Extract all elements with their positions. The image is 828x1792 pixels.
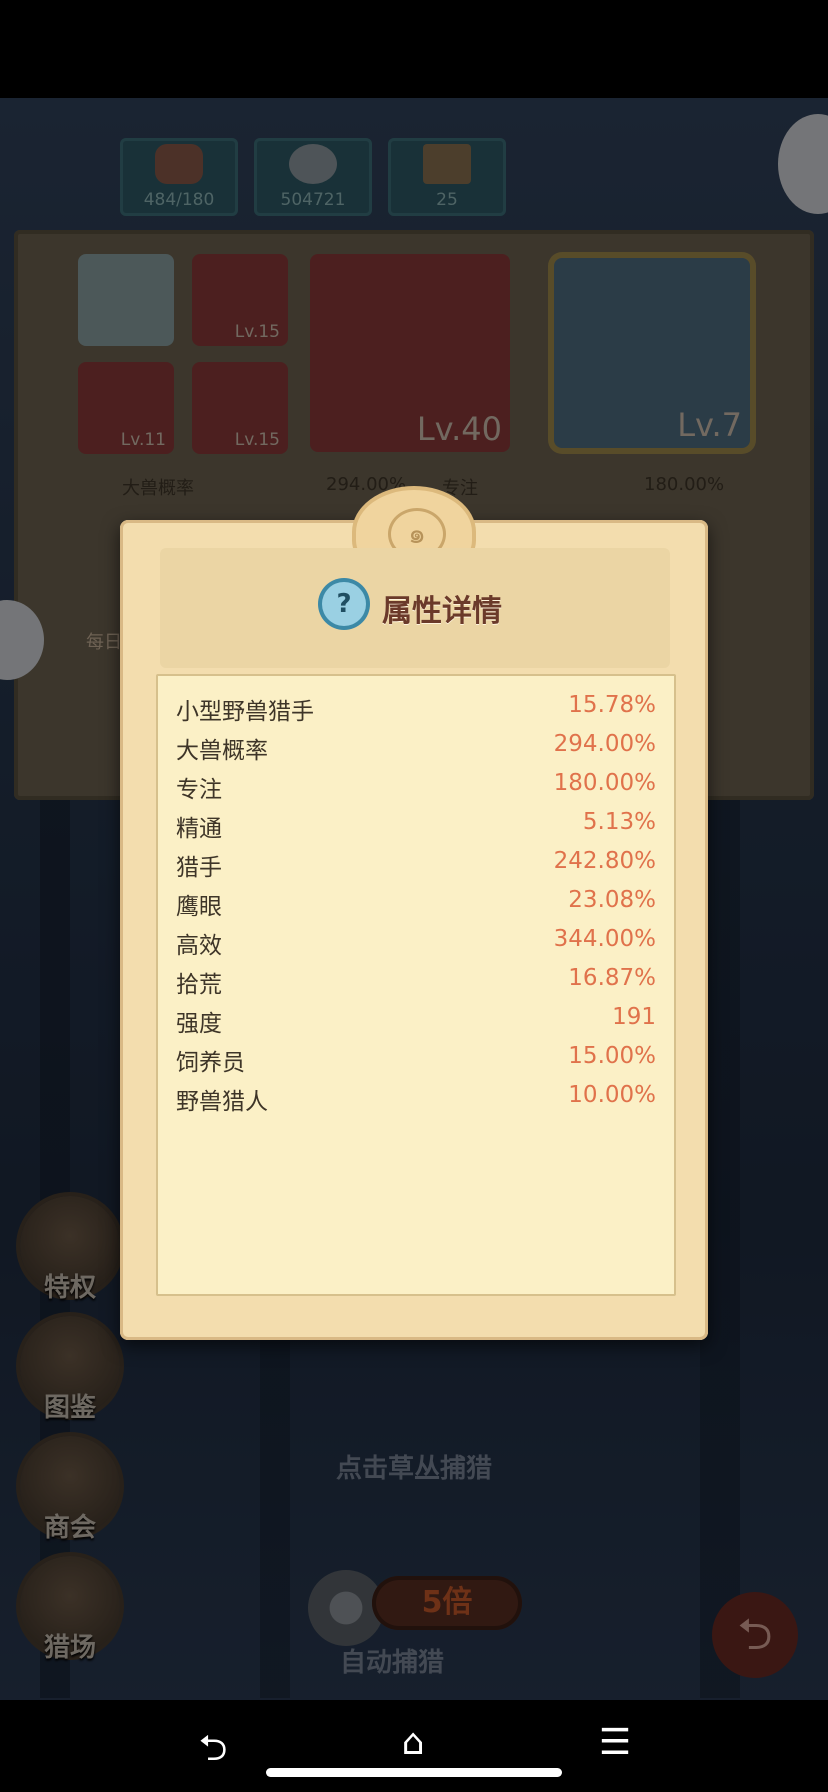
attribute-value: 242.80% — [553, 848, 656, 874]
list-item: 猎手 242.80% — [176, 848, 656, 887]
attribute-value: 15.00% — [568, 1043, 656, 1069]
attribute-value: 294.00% — [553, 731, 656, 757]
list-item: 大兽概率 294.00% — [176, 731, 656, 770]
attribute-name: 强度 — [176, 1011, 222, 1037]
attribute-name: 小型野兽猎手 — [176, 699, 314, 725]
attribute-name: 高效 — [176, 933, 222, 959]
attribute-name: 猎手 — [176, 855, 222, 881]
attribute-name: 饲养员 — [176, 1050, 245, 1076]
list-item: 拾荒 16.87% — [176, 965, 656, 1004]
back-icon[interactable]: ⮌ — [188, 1722, 238, 1783]
list-item: 专注 180.00% — [176, 770, 656, 809]
attribute-value: 180.00% — [553, 770, 656, 796]
attribute-value: 10.00% — [568, 1082, 656, 1108]
list-item: 精通 5.13% — [176, 809, 656, 848]
attribute-value: 344.00% — [553, 926, 656, 952]
attribute-name: 野兽猎人 — [176, 1089, 268, 1115]
list-item: 小型野兽猎手 15.78% — [176, 692, 656, 731]
attribute-value: 5.13% — [582, 809, 656, 835]
menu-icon[interactable]: ☰ — [590, 1722, 640, 1763]
attribute-list: 小型野兽猎手 15.78% 大兽概率 294.00% 专注 180.00% 精通… — [156, 674, 676, 1296]
status-bar — [0, 0, 828, 98]
list-item: 强度 191 — [176, 1004, 656, 1043]
attribute-name: 鹰眼 — [176, 894, 222, 920]
attribute-value: 191 — [612, 1004, 656, 1030]
home-icon[interactable]: ⌂ — [388, 1722, 438, 1763]
attribute-name: 大兽概率 — [176, 738, 268, 764]
dialog-title: 属性详情 — [382, 594, 502, 629]
attribute-name: 拾荒 — [176, 972, 222, 998]
list-item: 饲养员 15.00% — [176, 1043, 656, 1082]
attribute-value: 15.78% — [568, 692, 656, 718]
list-item: 野兽猎人 10.00% — [176, 1082, 656, 1121]
attribute-value: 23.08% — [568, 887, 656, 913]
attribute-name: 专注 — [176, 777, 222, 803]
attribute-name: 精通 — [176, 816, 222, 842]
system-nav-bar: ⮌ ⌂ ☰ — [0, 1700, 828, 1792]
home-indicator[interactable] — [266, 1768, 562, 1777]
list-item: 鹰眼 23.08% — [176, 887, 656, 926]
list-item: 高效 344.00% — [176, 926, 656, 965]
help-icon[interactable]: ? — [322, 582, 366, 626]
attribute-value: 16.87% — [568, 965, 656, 991]
